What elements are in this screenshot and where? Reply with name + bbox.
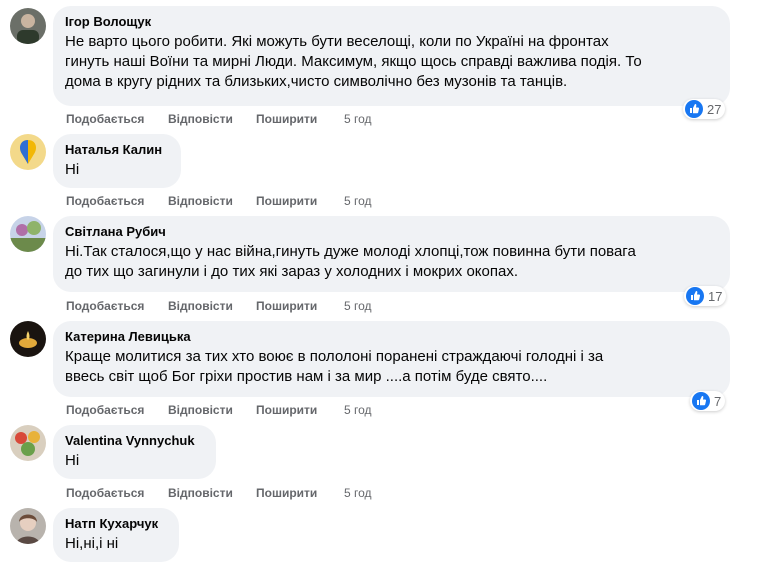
comment-text-line: Ні [65, 161, 80, 178]
comment-bubble: Ігор Волощук Не варто цього робити. Які … [53, 6, 730, 106]
reply-link[interactable]: Відповісти [168, 298, 233, 314]
comment-text-line: Не варто цього робити. Які можуть бути в… [65, 33, 609, 50]
comment-text-line: ввесь світ щоб Бог гріхи простив нам і з… [65, 368, 548, 385]
avatar[interactable] [10, 8, 46, 44]
reply-link[interactable]: Відповісти [168, 402, 233, 418]
comment-text-line: Краще молитися за тих хто воює в пололон… [65, 348, 604, 365]
like-link[interactable]: Подобається [66, 402, 144, 418]
like-link[interactable]: Подобається [66, 111, 144, 127]
reply-link[interactable]: Відповісти [168, 111, 233, 127]
comment-text-line: Ні.Так сталося,що у нас війна,гинуть дуж… [65, 243, 636, 260]
reply-link[interactable]: Відповісти [168, 193, 233, 209]
like-icon [685, 100, 703, 118]
comment-author[interactable]: Ігор Волощук [65, 14, 718, 30]
comment-time[interactable]: 5 год [344, 298, 372, 314]
reaction-count[interactable]: 7 [690, 391, 726, 411]
comment-text: Не варто цього робити. Які можуть бути в… [65, 32, 718, 92]
reaction-count[interactable]: 17 [684, 286, 727, 306]
comment-time[interactable]: 5 год [344, 111, 372, 127]
comment-bubble: Valentina Vynnychuk Ні [53, 425, 216, 479]
avatar[interactable] [10, 216, 46, 252]
comment-text-line: Ні [65, 452, 80, 469]
reaction-number: 27 [707, 101, 722, 117]
like-icon [692, 392, 710, 410]
reaction-count[interactable]: 27 [683, 99, 726, 119]
comment-author[interactable]: Valentina Vynnychuk [65, 433, 204, 449]
comment-time[interactable]: 5 год [344, 193, 372, 209]
reply-link[interactable]: Відповісти [168, 485, 233, 501]
share-link[interactable]: Поширити [256, 111, 317, 127]
avatar[interactable] [10, 321, 46, 357]
comment-time[interactable]: 5 год [344, 402, 372, 418]
share-link[interactable]: Поширити [256, 402, 317, 418]
comment-time[interactable]: 5 год [344, 485, 372, 501]
reaction-number: 7 [714, 393, 722, 409]
comment-author[interactable]: Катерина Левицька [65, 329, 718, 345]
comment-text: Ні.Так сталося,що у нас війна,гинуть дуж… [65, 242, 718, 282]
comment-text: Ні [65, 451, 204, 471]
like-icon [686, 287, 704, 305]
avatar[interactable] [10, 425, 46, 461]
avatar[interactable] [10, 508, 46, 544]
like-link[interactable]: Подобається [66, 298, 144, 314]
comment-text: Краще молитися за тих хто воює в пололон… [65, 347, 718, 387]
share-link[interactable]: Поширити [256, 298, 317, 314]
comment-author[interactable]: Натп Кухарчук [65, 516, 167, 532]
like-link[interactable]: Подобається [66, 485, 144, 501]
comment-text: Ні [65, 160, 169, 180]
comment-text-line: Ні,ні,і ні [65, 535, 119, 552]
share-link[interactable]: Поширити [256, 485, 317, 501]
comment-author[interactable]: Наталья Калин [65, 142, 169, 158]
comment-text-line: до тих що загинули і до тих які зараз у … [65, 263, 519, 280]
comment-text: Ні,ні,і ні [65, 534, 167, 554]
like-link[interactable]: Подобається [66, 193, 144, 209]
comment-bubble: Натп Кухарчук Ні,ні,і ні [53, 508, 179, 562]
comment-bubble: Наталья Калин Ні [53, 134, 181, 188]
reaction-number: 17 [708, 288, 723, 304]
comment-bubble: Катерина Левицька Краще молитися за тих … [53, 321, 730, 397]
comment-text-line: дома в кругу рідних та близьких,чисто си… [65, 73, 568, 90]
comment-text-line: гинуть наші Воїни та мирні Люди. Максиму… [65, 53, 642, 70]
avatar[interactable] [10, 134, 46, 170]
comment-author[interactable]: Світлана Рубич [65, 224, 718, 240]
comment-bubble: Світлана Рубич Ні.Так сталося,що у нас в… [53, 216, 730, 292]
share-link[interactable]: Поширити [256, 193, 317, 209]
